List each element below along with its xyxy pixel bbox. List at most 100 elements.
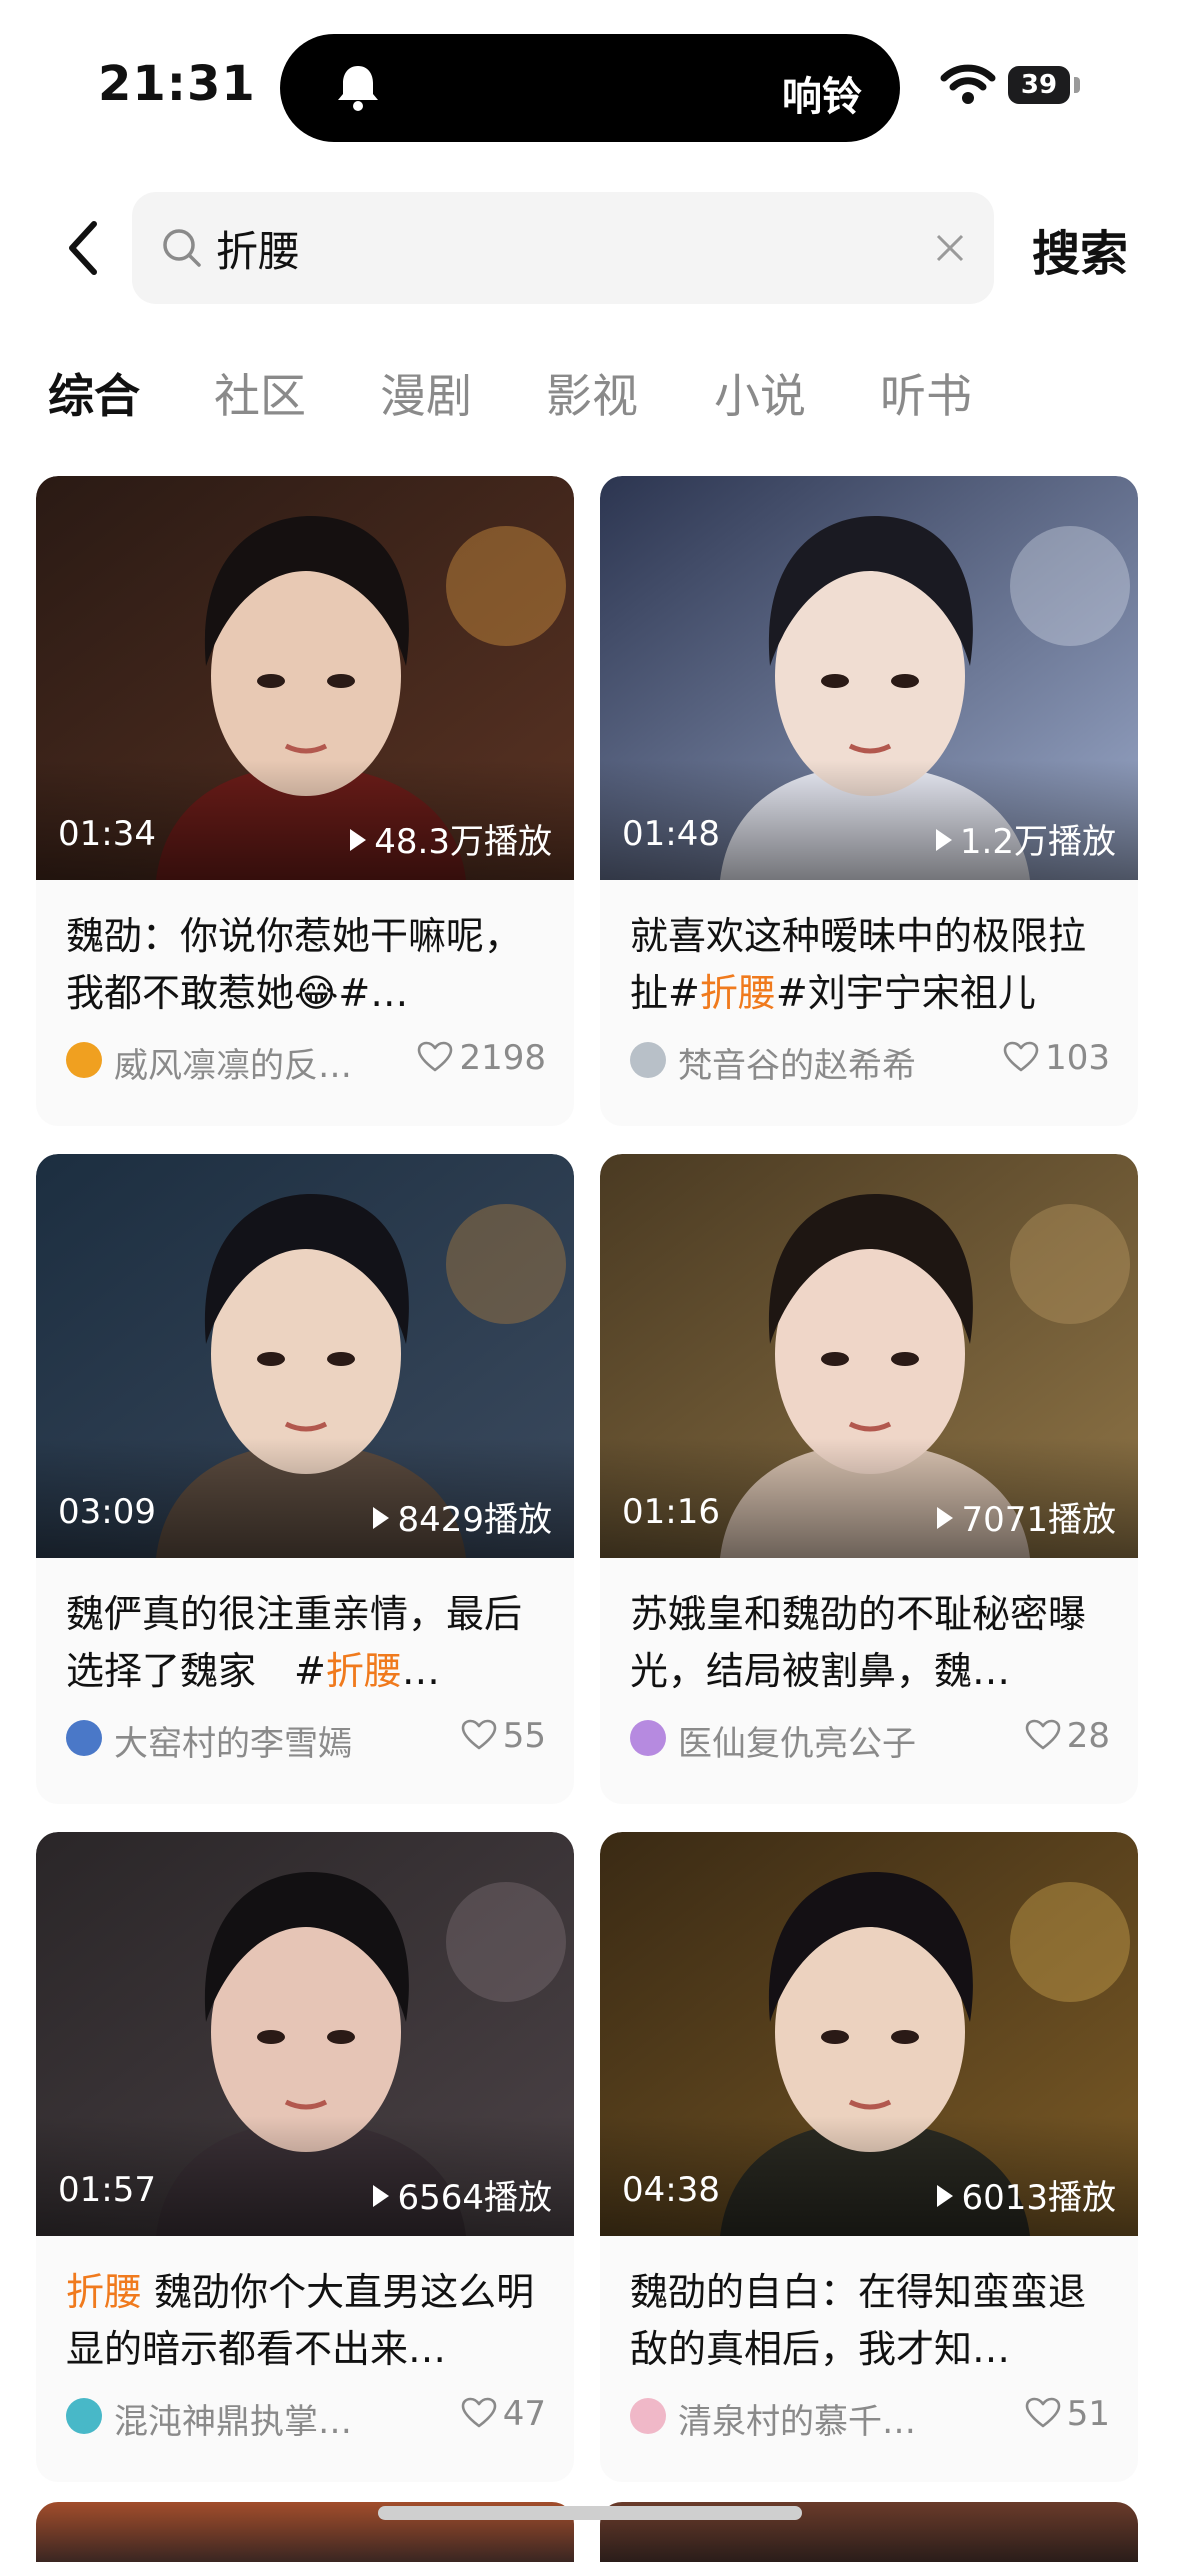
author-name[interactable]: 威风凛凛的反…	[114, 1038, 374, 1087]
status-bar: 21:31 响铃 39	[0, 0, 1179, 150]
video-title[interactable]: 魏俨真的很注重亲情，最后选择了魏家 #折腰…	[66, 1586, 546, 1700]
play-count-text: 6564播放	[397, 2178, 552, 2218]
title-text: …	[401, 1649, 440, 1693]
play-count-text: 8429播放	[397, 1500, 552, 1540]
title-text: 魏劭：你说你惹她干嘛呢，我都不敢惹她😂#…	[66, 914, 523, 1015]
video-title[interactable]: 苏娥皇和魏劭的不耻秘密曝光，结局被割鼻，魏…	[630, 1586, 1110, 1700]
dynamic-island[interactable]: 响铃	[280, 34, 900, 142]
result-card[interactable]: 01:57 6564播放折腰 魏劭你个大直男这么明显的暗示都看不出来… 混沌神鼎执掌…	[36, 1832, 574, 2482]
author-name[interactable]: 梵音谷的赵希希	[678, 1038, 938, 1087]
play-count-text: 7071播放	[961, 1500, 1116, 1540]
clear-icon[interactable]	[932, 230, 968, 266]
video-thumbnail[interactable]: 01:34 48.3万播放	[36, 476, 574, 880]
video-thumbnail[interactable]: 01:57 6564播放	[36, 1832, 574, 2236]
card-meta: 混沌神鼎执掌小莺 47	[66, 2394, 546, 2442]
like-count[interactable]: 28	[1025, 1716, 1110, 1756]
play-icon	[937, 2185, 954, 2207]
card-meta: 威风凛凛的反… 2198	[66, 1038, 546, 1086]
author-name[interactable]: 医仙复仇亮公子	[678, 1716, 938, 1765]
back-arrow-icon[interactable]	[60, 218, 108, 278]
tab-audiobook[interactable]: 听书	[880, 360, 972, 426]
author-avatar[interactable]	[630, 1720, 666, 1756]
play-count-text: 48.3万播放	[374, 822, 552, 862]
heart-icon	[461, 1719, 497, 1750]
battery-tip	[1074, 77, 1080, 93]
video-title[interactable]: 就喜欢这种暧昧中的极限拉扯#折腰#刘宇宁宋祖儿	[630, 908, 1110, 1022]
like-count-text: 55	[502, 1716, 546, 1756]
like-count-text: 28	[1066, 1716, 1110, 1756]
tab-film-tv[interactable]: 影视	[546, 360, 638, 426]
battery-level: 39	[1020, 70, 1058, 100]
battery-indicator: 39	[1008, 66, 1070, 104]
play-count: 8429播放	[373, 1492, 552, 1541]
heart-icon	[461, 2397, 497, 2428]
card-meta: 大窑村的李雪嫣 55	[66, 1716, 546, 1764]
like-count-text: 47	[502, 2394, 546, 2434]
play-icon	[937, 1507, 954, 1529]
video-thumbnail[interactable]: 03:09 8429播放	[36, 1154, 574, 1558]
result-card[interactable]: 04:38 6013播放魏劭的自白：在得知蛮蛮退敌的真相后，我才知… 清泉村的慕千汐…	[600, 1832, 1138, 2482]
like-count[interactable]: 47	[461, 2394, 546, 2434]
play-count-text: 6013播放	[961, 2178, 1116, 2218]
like-count[interactable]: 2198	[417, 1038, 546, 1078]
video-title[interactable]: 折腰 魏劭你个大直男这么明显的暗示都看不出来…	[66, 2264, 546, 2378]
play-count-text: 1.2万播放	[959, 822, 1116, 862]
heart-icon	[1003, 1041, 1039, 1072]
heart-icon	[418, 1041, 453, 1072]
author-avatar[interactable]	[66, 1042, 102, 1078]
card-meta: 清泉村的慕千汐… 51	[630, 2394, 1110, 2442]
play-count: 6564播放	[373, 2170, 552, 2219]
video-thumbnail[interactable]: 01:16 7071播放	[600, 1154, 1138, 1558]
video-duration: 04:38	[622, 2170, 720, 2210]
tab-novel[interactable]: 小说	[714, 360, 806, 426]
author-name[interactable]: 混沌神鼎执掌小莺	[114, 2394, 374, 2443]
title-text: 苏娥皇和魏劭的不耻秘密曝光，结局被割鼻，魏…	[630, 1592, 1087, 1693]
tab-comprehensive[interactable]: 综合	[48, 360, 140, 426]
keyword-highlight: 折腰	[325, 1649, 402, 1693]
keyword-highlight: 折腰	[66, 2270, 143, 2314]
result-card[interactable]: 01:16 7071播放苏娥皇和魏劭的不耻秘密曝光，结局被割鼻，魏… 医仙复仇亮公子…	[600, 1154, 1138, 1804]
result-card[interactable]: 01:34 48.3万播放魏劭：你说你惹她干嘛呢，我都不敢惹她😂#… 威风凛凛的反……	[36, 476, 574, 1126]
video-duration: 01:34	[58, 814, 156, 854]
result-card[interactable]: 01:48 1.2万播放就喜欢这种暧昧中的极限拉扯#折腰#刘宇宁宋祖儿梵音谷的赵希…	[600, 476, 1138, 1126]
keyword-highlight: 折腰	[699, 971, 776, 1015]
heart-icon	[1025, 2397, 1061, 2428]
like-count[interactable]: 103	[1003, 1038, 1110, 1078]
like-count-text: 51	[1066, 2394, 1110, 2434]
card-meta: 梵音谷的赵希希 103	[630, 1038, 1110, 1086]
play-count: 6013播放	[937, 2170, 1116, 2219]
play-count: 48.3万播放	[350, 814, 552, 863]
home-indicator	[378, 2506, 802, 2520]
author-avatar[interactable]	[630, 1042, 666, 1078]
video-duration: 01:48	[622, 814, 720, 854]
video-duration: 01:57	[58, 2170, 156, 2210]
video-thumbnail[interactable]: 01:48 1.2万播放	[600, 476, 1138, 880]
video-duration: 03:09	[58, 1492, 156, 1532]
search-icon	[163, 229, 201, 267]
video-title[interactable]: 魏劭：你说你惹她干嘛呢，我都不敢惹她😂#…	[66, 908, 546, 1022]
tab-community[interactable]: 社区	[214, 360, 306, 426]
author-name[interactable]: 清泉村的慕千汐…	[678, 2394, 938, 2443]
title-text: #刘宇宁宋祖儿	[775, 971, 1036, 1015]
result-card[interactable]: 03:09 8429播放魏俨真的很注重亲情，最后选择了魏家 #折腰… 大窑村的李雪嫣…	[36, 1154, 574, 1804]
bell-icon	[338, 66, 378, 111]
author-name[interactable]: 大窑村的李雪嫣	[114, 1716, 374, 1765]
ringer-label: 响铃	[782, 74, 862, 120]
play-count: 7071播放	[937, 1492, 1116, 1541]
video-title[interactable]: 魏劭的自白：在得知蛮蛮退敌的真相后，我才知…	[630, 2264, 1110, 2378]
play-icon	[373, 2185, 390, 2207]
card-meta: 医仙复仇亮公子 28	[630, 1716, 1110, 1764]
play-count: 1.2万播放	[935, 814, 1116, 863]
like-count[interactable]: 55	[461, 1716, 546, 1756]
author-avatar[interactable]	[66, 1720, 102, 1756]
search-button[interactable]: 搜索	[1032, 214, 1128, 284]
search-input[interactable]	[216, 216, 896, 280]
author-avatar[interactable]	[66, 2398, 102, 2434]
search-bar[interactable]	[132, 192, 994, 304]
author-avatar[interactable]	[630, 2398, 666, 2434]
tab-comic-drama[interactable]: 漫剧	[380, 360, 472, 426]
like-count[interactable]: 51	[1025, 2394, 1110, 2434]
heart-icon	[1025, 1719, 1061, 1750]
video-thumbnail[interactable]: 04:38 6013播放	[600, 1832, 1138, 2236]
title-text: 魏俨真的很注重亲情，最后选择了魏家 #	[66, 1592, 523, 1693]
